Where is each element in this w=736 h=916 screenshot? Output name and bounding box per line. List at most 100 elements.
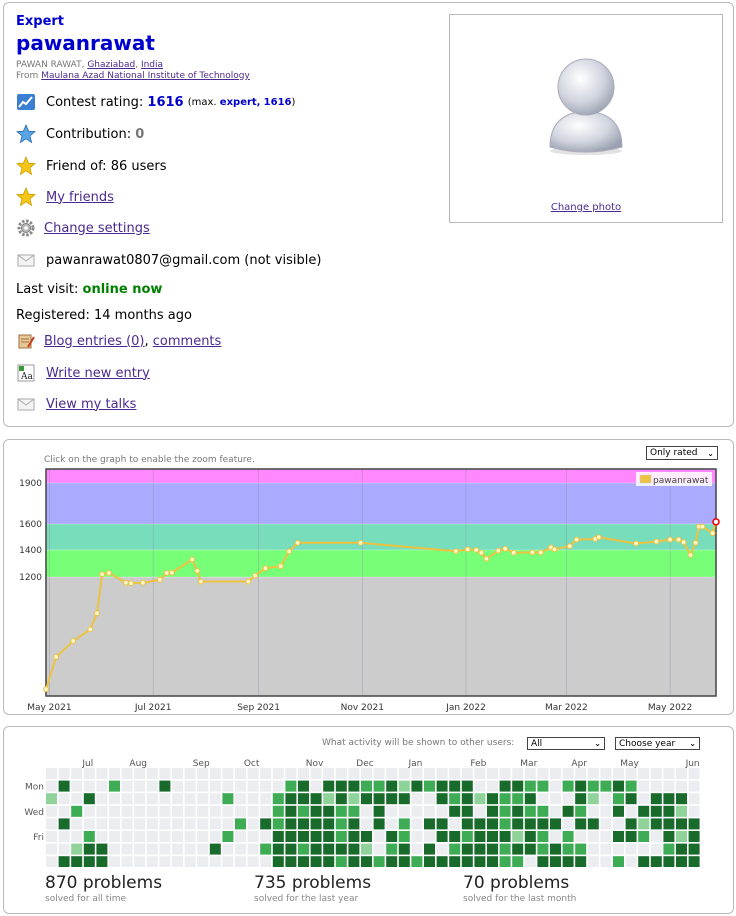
activity-cell — [285, 831, 297, 842]
activity-cell — [146, 831, 158, 842]
activity-cell — [676, 793, 687, 805]
activity-cell — [109, 780, 120, 792]
activity-cell — [134, 780, 146, 792]
activity-cell — [260, 843, 272, 855]
activity-cell — [235, 768, 246, 779]
activity-cell — [159, 780, 171, 792]
activity-cell — [613, 793, 624, 805]
from-label: From — [16, 71, 39, 81]
activity-cell — [386, 843, 398, 855]
activity-cell — [436, 768, 448, 779]
activity-cell — [298, 831, 309, 842]
activity-cell — [487, 780, 498, 792]
activity-cell — [512, 793, 524, 805]
max-rank: expert, — [219, 96, 261, 108]
comments-link[interactable]: comments — [153, 334, 222, 349]
blog-entries-link[interactable]: Blog entries (0) — [44, 334, 144, 349]
view-my-talks-link[interactable]: View my talks — [46, 397, 136, 412]
activity-cell — [247, 818, 259, 830]
activity-cell — [499, 818, 511, 830]
y-tick-label: 1600 — [19, 520, 42, 530]
activity-cell — [663, 793, 675, 805]
activity-heatmap: Jul Aug Sep Oct Nov Dec Jan Feb Mar Apr May Jun Mon W… — [24, 759, 700, 867]
activity-cell — [373, 818, 385, 830]
month-label: Nov — [306, 759, 324, 769]
activity-cell — [650, 768, 662, 779]
country-link[interactable]: India — [141, 60, 163, 70]
activity-cell — [348, 831, 360, 842]
activity-cell — [197, 793, 209, 805]
activity-cell — [461, 805, 473, 817]
activity-cell — [272, 805, 284, 817]
activity-cell — [562, 793, 574, 805]
activity-cell — [562, 818, 574, 830]
activity-cell — [600, 768, 612, 779]
month-label: Sep — [193, 759, 210, 769]
activity-cell — [361, 805, 372, 817]
activity-cell — [499, 805, 511, 817]
activity-cell — [499, 856, 511, 867]
activity-cell — [121, 818, 133, 830]
activity-cell — [272, 793, 284, 805]
activity-cell — [688, 793, 700, 805]
activity-cell — [499, 793, 511, 805]
activity-cell — [663, 768, 675, 779]
activity-cell — [134, 818, 146, 830]
activity-cell — [424, 793, 435, 805]
activity-cell — [625, 831, 637, 842]
rating-chart[interactable]: May 2021 Jul 2021 Sep 2021 Nov 2021 Jan 2022… — [4, 440, 733, 714]
activity-cell — [537, 831, 549, 842]
activity-cell — [436, 843, 448, 855]
activity-cell — [121, 805, 133, 817]
rating-point — [502, 545, 509, 552]
activity-cell — [398, 805, 410, 817]
rating-point — [464, 546, 471, 553]
activity-cell — [512, 780, 524, 792]
rating-point — [687, 552, 694, 558]
activity-cell — [96, 793, 108, 805]
rating-band — [46, 483, 716, 524]
activity-cell — [411, 768, 423, 779]
user-handle[interactable]: pawanrawat — [16, 31, 155, 55]
rating-point — [294, 539, 301, 546]
activity-cell — [638, 780, 650, 792]
x-tick-label: Jan 2022 — [445, 703, 486, 713]
change-settings-link[interactable]: Change settings — [44, 221, 150, 236]
activity-cell — [361, 831, 372, 842]
activity-cell — [676, 768, 687, 779]
activity-cell — [474, 780, 486, 792]
city-link[interactable]: Ghaziabad — [87, 60, 135, 70]
activity-cell — [184, 843, 196, 855]
activity-cell — [96, 831, 108, 842]
activity-cell — [537, 818, 549, 830]
write-new-entry-link[interactable]: Write new entry — [46, 366, 150, 381]
activity-cell — [625, 805, 637, 817]
activity-cell — [411, 818, 423, 830]
contest-rating-value: 1616 — [147, 94, 184, 110]
activity-cell — [663, 831, 675, 842]
rating-point — [478, 549, 485, 556]
activity-cell — [335, 768, 347, 779]
activity-cell — [474, 843, 486, 855]
activity-cell — [146, 818, 158, 830]
user-organization: From Maulana Azad National Institute of … — [16, 71, 250, 81]
activity-cell — [260, 818, 272, 830]
my-friends-link[interactable]: My friends — [46, 190, 114, 205]
activity-cell — [260, 793, 272, 805]
activity-cell — [650, 831, 662, 842]
activity-cell — [663, 843, 675, 855]
activity-cell — [272, 831, 284, 842]
activity-cell — [272, 780, 284, 792]
activity-cell — [411, 831, 423, 842]
activity-cell — [361, 856, 372, 867]
activity-cell — [146, 768, 158, 779]
friend-of-text: Friend of: 86 users — [46, 158, 167, 174]
activity-cell — [537, 805, 549, 817]
change-photo-link[interactable]: Change photo — [551, 202, 621, 213]
activity-cell — [348, 768, 360, 779]
organization-link[interactable]: Maulana Azad National Institute of Techn… — [41, 71, 250, 81]
activity-cell — [46, 831, 57, 842]
activity-cell — [71, 831, 83, 842]
last-visit-value: online now — [82, 281, 163, 297]
activity-cell — [449, 843, 461, 855]
